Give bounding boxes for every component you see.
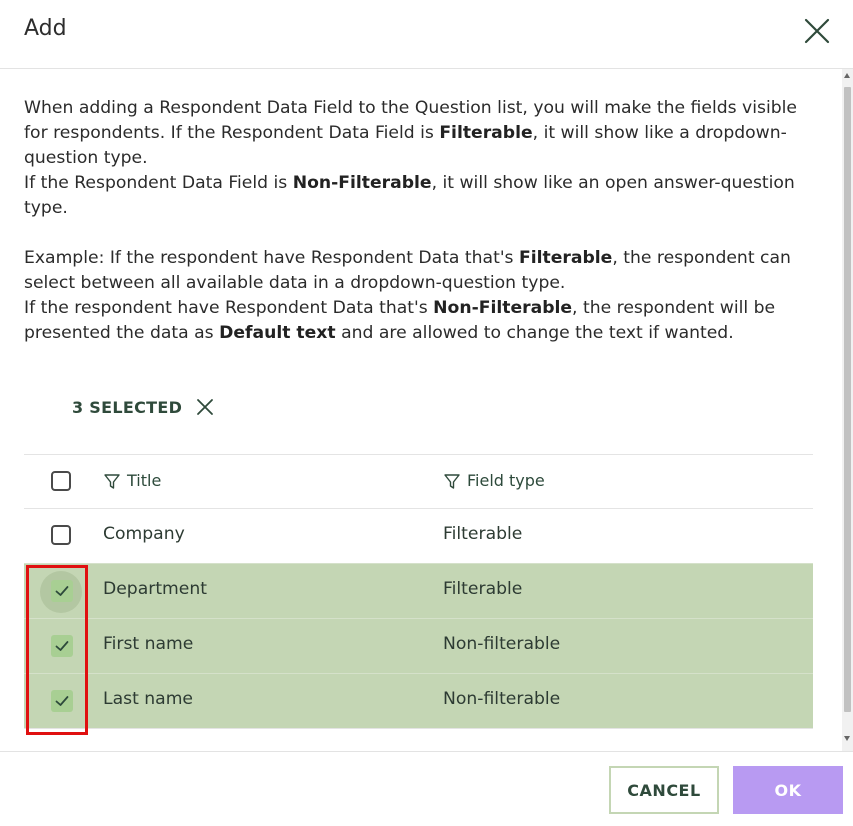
- description-paragraph-4: If the respondent have Respondent Data t…: [24, 298, 776, 343]
- annotation-highlight-box: [26, 565, 88, 735]
- description-paragraph-3: Example: If the respondent have Responde…: [24, 248, 791, 293]
- description-paragraph-2: If the Respondent Data Field is Non-Filt…: [24, 173, 795, 218]
- table-row[interactable]: First name Non-filterable: [24, 618, 813, 673]
- cell-field-type: Filterable: [443, 579, 523, 599]
- select-all-checkbox[interactable]: [51, 471, 71, 491]
- vertical-scrollbar[interactable]: [842, 69, 853, 751]
- table-header-row: Title Field type: [24, 454, 813, 508]
- filter-icon: [444, 473, 460, 489]
- cell-field-type: Non-filterable: [443, 689, 561, 709]
- close-button[interactable]: [800, 14, 834, 48]
- column-header-field-type-label: Field type: [467, 471, 545, 490]
- close-icon: [804, 18, 830, 44]
- dialog-body: When adding a Respondent Data Field to t…: [0, 69, 842, 751]
- scroll-down-arrow-icon[interactable]: [844, 736, 850, 741]
- table-row[interactable]: Department Filterable: [24, 563, 813, 618]
- column-header-field-type[interactable]: Field type: [443, 471, 545, 490]
- cell-title: Department: [103, 579, 208, 599]
- cell-title: First name: [103, 634, 194, 654]
- clear-selection-button[interactable]: [195, 397, 215, 417]
- table-row-partial: [24, 728, 813, 739]
- close-icon: [197, 399, 213, 415]
- scroll-up-arrow-icon[interactable]: [844, 73, 850, 78]
- description-paragraph-1: When adding a Respondent Data Field to t…: [24, 98, 797, 168]
- dialog-header: Add: [0, 0, 853, 69]
- cell-field-type: Filterable: [443, 524, 523, 544]
- cancel-button[interactable]: CANCEL: [609, 766, 719, 814]
- respondent-data-table: Title Field type Company Filterable Depa…: [24, 454, 813, 739]
- cell-title: Company: [103, 524, 185, 544]
- description: When adding a Respondent Data Field to t…: [24, 96, 824, 346]
- cell-title: Last name: [103, 689, 194, 709]
- cell-field-type: Non-filterable: [443, 634, 561, 654]
- ok-button[interactable]: OK: [733, 766, 843, 814]
- scrollbar-thumb[interactable]: [844, 87, 851, 712]
- dialog-footer: CANCEL OK: [0, 751, 853, 826]
- table-row[interactable]: Company Filterable: [24, 508, 813, 563]
- dialog-title: Add: [24, 16, 67, 41]
- column-header-title[interactable]: Title: [103, 471, 161, 490]
- column-header-title-label: Title: [127, 471, 162, 490]
- selected-count: 3 SELECTED: [72, 398, 183, 417]
- table-row[interactable]: Last name Non-filterable: [24, 673, 813, 728]
- row-checkbox[interactable]: [51, 525, 71, 545]
- filter-icon: [104, 473, 120, 489]
